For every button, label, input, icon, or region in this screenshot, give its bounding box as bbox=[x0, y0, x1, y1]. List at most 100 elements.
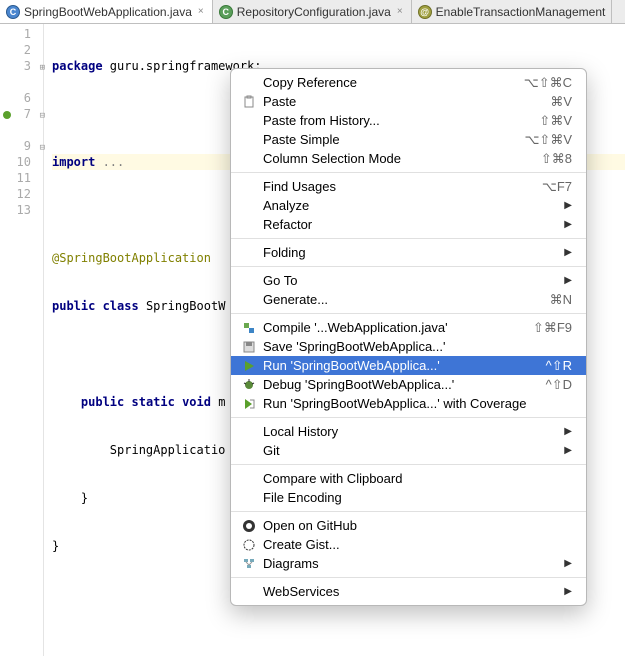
menu-separator bbox=[231, 464, 586, 465]
menu-label: Local History bbox=[259, 424, 564, 439]
menu-label: Paste from History... bbox=[259, 113, 539, 128]
menu-paste-simple[interactable]: Paste Simple ⌥⇧⌘V bbox=[231, 130, 586, 149]
menu-separator bbox=[231, 313, 586, 314]
menu-label: Refactor bbox=[259, 217, 564, 232]
menu-label: File Encoding bbox=[259, 490, 572, 505]
menu-analyze[interactable]: Analyze ▶ bbox=[231, 196, 586, 215]
menu-label: Analyze bbox=[259, 198, 564, 213]
submenu-arrow-icon: ▶ bbox=[564, 586, 572, 597]
menu-shortcut: ⇧⌘V bbox=[539, 113, 572, 129]
line-number: 7⊟ bbox=[0, 106, 43, 122]
menu-file-encoding[interactable]: File Encoding bbox=[231, 488, 586, 507]
menu-label: Folding bbox=[259, 245, 564, 260]
fold-icon[interactable]: ⊞ bbox=[35, 60, 45, 70]
submenu-arrow-icon: ▶ bbox=[564, 219, 572, 230]
menu-folding[interactable]: Folding ▶ bbox=[231, 243, 586, 262]
menu-label: Go To bbox=[259, 273, 564, 288]
context-menu: Copy Reference ⌥⇧⌘C Paste ⌘V Paste from … bbox=[230, 68, 587, 606]
menu-diagrams[interactable]: Diagrams ▶ bbox=[231, 554, 586, 573]
coverage-icon bbox=[239, 397, 259, 411]
menu-find-usages[interactable]: Find Usages ⌥F7 bbox=[231, 177, 586, 196]
fold-icon[interactable]: ⊟ bbox=[35, 108, 45, 118]
menu-paste-history[interactable]: Paste from History... ⇧⌘V bbox=[231, 111, 586, 130]
menu-compile[interactable]: Compile '...WebApplication.java' ⇧⌘F9 bbox=[231, 318, 586, 337]
run-icon bbox=[239, 359, 259, 373]
save-icon bbox=[239, 340, 259, 354]
tab-label: RepositoryConfiguration.java bbox=[237, 5, 391, 19]
tab-enable-transaction[interactable]: @ EnableTransactionManagement bbox=[412, 0, 613, 23]
menu-separator bbox=[231, 577, 586, 578]
menu-refactor[interactable]: Refactor ▶ bbox=[231, 215, 586, 234]
menu-shortcut: ⌥F7 bbox=[542, 179, 572, 195]
submenu-arrow-icon: ▶ bbox=[564, 445, 572, 456]
menu-label: Create Gist... bbox=[259, 537, 572, 552]
menu-label: Diagrams bbox=[259, 556, 564, 571]
line-number: 3⊞ bbox=[0, 58, 43, 74]
paste-icon bbox=[239, 95, 259, 109]
compile-icon bbox=[239, 321, 259, 335]
menu-paste[interactable]: Paste ⌘V bbox=[231, 92, 586, 111]
menu-run-coverage[interactable]: Run 'SpringBootWebApplica...' with Cover… bbox=[231, 394, 586, 413]
menu-separator bbox=[231, 238, 586, 239]
line-number: 13 bbox=[0, 202, 43, 218]
menu-label: Paste bbox=[259, 94, 550, 109]
menu-label: Run 'SpringBootWebApplica...' bbox=[259, 358, 546, 373]
debug-icon bbox=[239, 378, 259, 392]
gutter: 1 2 3⊞ 6 7⊟ 9⊟ 10 11 12 13 bbox=[0, 24, 44, 656]
class-icon: C bbox=[6, 5, 20, 19]
line-number: 10 bbox=[0, 154, 43, 170]
gist-icon bbox=[239, 538, 259, 552]
menu-label: Open on GitHub bbox=[259, 518, 572, 533]
menu-create-gist[interactable]: Create Gist... bbox=[231, 535, 586, 554]
menu-shortcut: ⇧⌘8 bbox=[541, 151, 572, 167]
submenu-arrow-icon: ▶ bbox=[564, 275, 572, 286]
menu-webservices[interactable]: WebServices ▶ bbox=[231, 582, 586, 601]
editor-tabs: C SpringBootWebApplication.java × C Repo… bbox=[0, 0, 625, 24]
menu-label: Generate... bbox=[259, 292, 550, 307]
line-number: 2 bbox=[0, 42, 43, 58]
menu-column-selection[interactable]: Column Selection Mode ⇧⌘8 bbox=[231, 149, 586, 168]
line-number: 12 bbox=[0, 186, 43, 202]
menu-separator bbox=[231, 172, 586, 173]
diagram-icon bbox=[239, 557, 259, 571]
tab-springboot[interactable]: C SpringBootWebApplication.java × bbox=[0, 0, 213, 23]
menu-copy-reference[interactable]: Copy Reference ⌥⇧⌘C bbox=[231, 73, 586, 92]
close-icon[interactable]: × bbox=[196, 6, 206, 17]
submenu-arrow-icon: ▶ bbox=[564, 247, 572, 258]
menu-shortcut: ⌘V bbox=[550, 94, 572, 110]
menu-label: Find Usages bbox=[259, 179, 542, 194]
menu-shortcut: ^⇧R bbox=[546, 358, 572, 374]
menu-local-history[interactable]: Local History ▶ bbox=[231, 422, 586, 441]
fold-icon[interactable]: ⊟ bbox=[35, 140, 45, 150]
submenu-arrow-icon: ▶ bbox=[564, 200, 572, 211]
menu-separator bbox=[231, 417, 586, 418]
menu-git[interactable]: Git ▶ bbox=[231, 441, 586, 460]
menu-separator bbox=[231, 511, 586, 512]
menu-label: Run 'SpringBootWebApplica...' with Cover… bbox=[259, 396, 572, 411]
menu-shortcut: ^⇧D bbox=[546, 377, 572, 393]
annotation-icon: @ bbox=[418, 5, 432, 19]
line-number: 11 bbox=[0, 170, 43, 186]
menu-debug[interactable]: Debug 'SpringBootWebApplica...' ^⇧D bbox=[231, 375, 586, 394]
menu-label: Compare with Clipboard bbox=[259, 471, 572, 486]
github-icon bbox=[239, 519, 259, 533]
tab-repository-config[interactable]: C RepositoryConfiguration.java × bbox=[213, 0, 412, 23]
menu-label: Column Selection Mode bbox=[259, 151, 541, 166]
menu-separator bbox=[231, 266, 586, 267]
tab-label: SpringBootWebApplication.java bbox=[24, 5, 192, 19]
menu-label: Copy Reference bbox=[259, 75, 524, 90]
line-number bbox=[0, 74, 43, 90]
tab-label: EnableTransactionManagement bbox=[436, 5, 606, 19]
menu-goto[interactable]: Go To ▶ bbox=[231, 271, 586, 290]
menu-generate[interactable]: Generate... ⌘N bbox=[231, 290, 586, 309]
menu-save-config[interactable]: Save 'SpringBootWebApplica...' bbox=[231, 337, 586, 356]
line-number: 6 bbox=[0, 90, 43, 106]
menu-shortcut: ⌥⇧⌘V bbox=[524, 132, 572, 148]
menu-run[interactable]: Run 'SpringBootWebApplica...' ^⇧R bbox=[231, 356, 586, 375]
menu-open-github[interactable]: Open on GitHub bbox=[231, 516, 586, 535]
close-icon[interactable]: × bbox=[395, 6, 405, 17]
class-icon: C bbox=[219, 5, 233, 19]
menu-label: Save 'SpringBootWebApplica...' bbox=[259, 339, 572, 354]
menu-compare-clipboard[interactable]: Compare with Clipboard bbox=[231, 469, 586, 488]
menu-label: WebServices bbox=[259, 584, 564, 599]
